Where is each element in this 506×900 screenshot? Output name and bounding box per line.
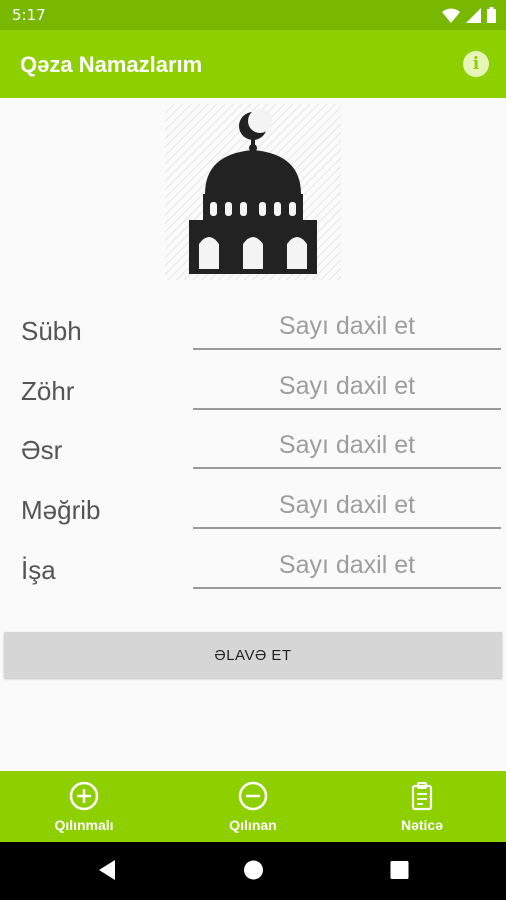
prayer-row-isha: İşa: [0, 541, 506, 601]
prayer-row-zohr: Zöhr: [0, 362, 506, 422]
bottom-navigation: Qılınmalı Qılınan Nəticə: [0, 771, 506, 842]
prayer-row-esr: Əsr: [0, 421, 506, 481]
home-icon[interactable]: [243, 859, 264, 881]
count-input-esr[interactable]: [193, 423, 501, 469]
recents-icon[interactable]: [390, 859, 409, 881]
status-time: 5:17: [12, 6, 46, 24]
status-bar: 5:17: [0, 0, 506, 30]
battery-icon: [487, 7, 496, 23]
prayer-row-megrib: Məğrib: [0, 481, 506, 541]
add-button[interactable]: ƏLAVƏ ET: [4, 632, 502, 678]
prayer-label: Əsr: [21, 435, 63, 465]
nav-label: Qılınan: [229, 817, 277, 833]
count-input-subh[interactable]: [193, 304, 501, 350]
count-input-isha[interactable]: [193, 543, 501, 589]
mosque-logo: [165, 104, 341, 280]
nav-label: Nəticə: [400, 817, 444, 833]
prayer-row-subh: Sübh: [0, 302, 506, 362]
nav-item-qilinan[interactable]: Qılınan: [169, 771, 337, 842]
info-icon[interactable]: i: [463, 51, 489, 77]
plus-circle-icon: [69, 781, 99, 811]
prayer-label: İşa: [21, 555, 56, 585]
app-bar: Qəza Namazlarım i: [0, 30, 506, 98]
minus-circle-icon: [238, 781, 268, 811]
count-input-zohr[interactable]: [193, 364, 501, 410]
nav-label: Qılınmalı: [54, 817, 114, 833]
nav-item-qilinmali[interactable]: Qılınmalı: [0, 771, 168, 842]
prayer-label: Sübh: [21, 316, 82, 346]
signal-icon: [466, 7, 481, 23]
status-icons: [442, 7, 496, 23]
count-input-megrib[interactable]: [193, 483, 501, 529]
wifi-icon: [442, 8, 460, 23]
clipboard-icon: [411, 782, 433, 811]
app-title: Qəza Namazlarım: [20, 52, 203, 77]
nav-item-netice[interactable]: Nəticə: [338, 771, 506, 842]
prayer-label: Məğrib: [21, 495, 101, 525]
back-icon[interactable]: [97, 859, 117, 881]
prayer-label: Zöhr: [21, 376, 75, 406]
system-nav-bar: [0, 842, 506, 900]
